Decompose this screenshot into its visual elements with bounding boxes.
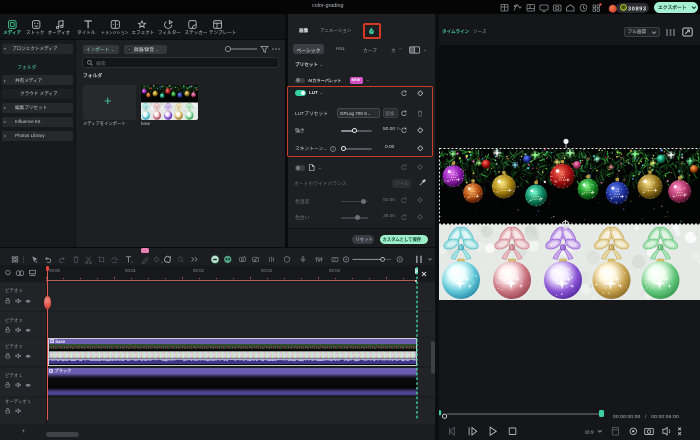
svg-text:30893: 30893 <box>628 6 646 12</box>
svg-text:16:9: 16:9 <box>585 429 594 434</box>
